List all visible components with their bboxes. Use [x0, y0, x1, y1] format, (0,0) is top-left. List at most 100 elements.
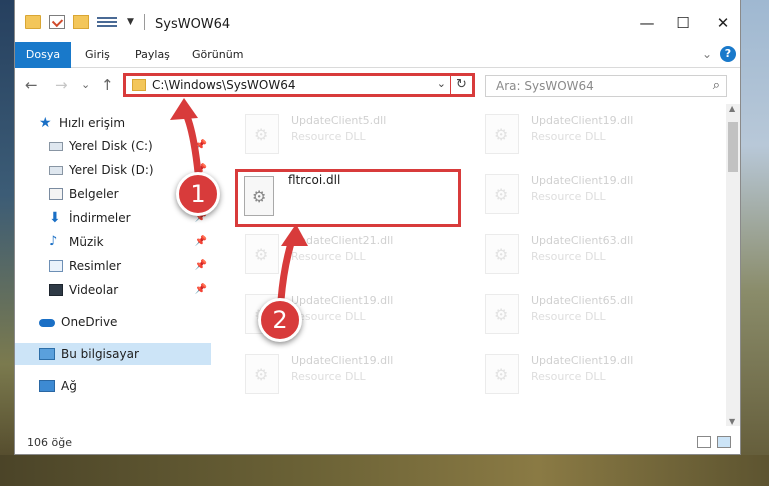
file-name: UpdateClient19.dll [531, 354, 634, 367]
address-bar[interactable]: C:\Windows\SysWOW64 ⌄ ↻ [123, 73, 475, 97]
file-item[interactable]: UpdateClient19.dll Resource DLL [473, 170, 703, 220]
dll-file-icon [485, 354, 519, 394]
close-button[interactable]: ✕ [703, 10, 743, 36]
file-item[interactable]: UpdateClient63.dll Resource DLL [473, 230, 703, 280]
address-path[interactable]: C:\Windows\SysWOW64 [152, 78, 296, 92]
highlighted-file-item[interactable]: fltrcoi.dll [235, 169, 461, 227]
status-bar: 106 öğe [15, 428, 740, 454]
download-icon: ⬇ [49, 210, 61, 226]
file-item[interactable]: UpdateClient65.dll Resource DLL [473, 290, 703, 340]
new-folder-icon[interactable] [73, 15, 89, 29]
sidebar-item-label: OneDrive [61, 315, 118, 329]
forward-button[interactable]: → [55, 76, 68, 94]
scroll-thumb[interactable] [728, 122, 738, 172]
sidebar-item-downloads[interactable]: ⬇ İndirmeler 📌 [15, 207, 211, 229]
desktop-background-bottom [0, 455, 769, 486]
maximize-button[interactable]: ☐ [663, 10, 703, 36]
sidebar-item-this-pc[interactable]: Bu bilgisayar [15, 343, 211, 365]
quick-access-dropdown-icon[interactable]: ▼ [127, 17, 134, 27]
sidebar-item-quick-access[interactable]: ★ Hızlı erişim [15, 112, 211, 134]
sidebar-item-music[interactable]: ♪ Müzik 📌 [15, 231, 211, 253]
help-icon[interactable]: ? [720, 46, 736, 62]
pin-icon[interactable]: 📌 [195, 135, 207, 157]
tab-share[interactable]: Paylaş [135, 42, 170, 68]
file-type: Resource DLL [531, 130, 606, 143]
dll-file-icon [485, 114, 519, 154]
computer-icon [39, 348, 55, 360]
file-type: Resource DLL [291, 130, 366, 143]
tab-file[interactable]: Dosya [15, 42, 71, 68]
navigation-bar: ← → ⌄ ↑ C:\Windows\SysWOW64 ⌄ ↻ Ara: Sys… [15, 70, 740, 102]
explorer-window: ▼ SysWOW64 — ☐ ✕ Dosya Giriş Paylaş Görü… [14, 0, 741, 455]
ribbon-tabs: Dosya Giriş Paylaş Görünüm ⌄ ? [15, 42, 740, 68]
sidebar-item-label: Belgeler [69, 187, 119, 201]
title-bar: ▼ SysWOW64 — ☐ ✕ [15, 0, 740, 40]
up-button[interactable]: ↑ [101, 76, 114, 94]
refresh-button[interactable]: ↻ [450, 73, 472, 97]
sidebar-item-local-disk-c[interactable]: Yerel Disk (C:) 📌 [15, 135, 211, 157]
videos-icon [49, 284, 63, 296]
ribbon-collapse-icon[interactable]: ⌄ [702, 47, 712, 61]
vertical-scrollbar[interactable]: ▲ ▼ [726, 104, 740, 426]
folder-icon [25, 15, 41, 29]
documents-icon [49, 188, 63, 200]
star-icon: ★ [39, 115, 52, 131]
tab-home[interactable]: Giriş [85, 42, 110, 68]
file-item[interactable]: UpdateClient19.dll Resource DLL [233, 350, 463, 400]
file-name: UpdateClient5.dll [291, 114, 387, 127]
tab-view[interactable]: Görünüm [192, 42, 243, 68]
recent-locations-button[interactable]: ⌄ [81, 78, 90, 91]
sidebar-item-onedrive[interactable]: OneDrive [15, 311, 211, 333]
file-type: Resource DLL [291, 250, 366, 263]
customize-view-icon[interactable] [97, 17, 117, 27]
sidebar-item-label: Hızlı erişim [59, 116, 126, 130]
file-type: Resource DLL [291, 370, 366, 383]
title-separator [143, 14, 145, 30]
address-dropdown-icon[interactable]: ⌄ [437, 77, 446, 90]
search-icon[interactable]: ⌕ [713, 78, 720, 93]
search-placeholder: Ara: SysWOW64 [496, 79, 594, 93]
scroll-up-icon[interactable]: ▲ [729, 104, 735, 113]
file-type: Resource DLL [531, 250, 606, 263]
desktop-background-right [741, 0, 769, 486]
dll-file-icon [245, 354, 279, 394]
dll-file-icon [485, 234, 519, 274]
file-type: Resource DLL [531, 190, 606, 203]
file-item[interactable]: UpdateClient21.dll Resource DLL [233, 230, 463, 280]
sidebar-item-pictures[interactable]: Resimler 📌 [15, 255, 211, 277]
file-type: Resource DLL [291, 310, 366, 323]
large-icons-view-icon[interactable] [717, 436, 731, 448]
file-item[interactable]: UpdateClient19.dll Resource DLL [473, 350, 703, 400]
sidebar-item-network[interactable]: Ağ [15, 375, 211, 397]
minimize-button[interactable]: — [627, 10, 667, 36]
drive-icon [49, 142, 63, 151]
search-input[interactable]: Ara: SysWOW64 ⌕ [485, 75, 727, 97]
sidebar-item-label: Resimler [69, 259, 122, 273]
file-name: UpdateClient21.dll [291, 234, 394, 247]
drive-icon [49, 166, 63, 175]
pin-icon[interactable]: 📌 [195, 279, 207, 301]
step-badge-1: 1 [176, 172, 220, 216]
file-name: UpdateClient19.dll [291, 354, 394, 367]
back-button[interactable]: ← [25, 76, 38, 94]
sidebar-item-label: Yerel Disk (C:) [69, 139, 153, 153]
desktop-background-left [0, 0, 14, 486]
sidebar-item-videos[interactable]: Videolar 📌 [15, 279, 211, 301]
file-item[interactable]: UpdateClient5.dll Resource DLL [233, 110, 463, 160]
scroll-down-icon[interactable]: ▼ [729, 417, 735, 426]
file-name: UpdateClient19.dll [291, 294, 394, 307]
step-badge-2: 2 [258, 298, 302, 342]
file-name: UpdateClient65.dll [531, 294, 634, 307]
navigation-pane: ★ Hızlı erişim Yerel Disk (C:) 📌 Yerel D… [15, 108, 211, 423]
cloud-icon [39, 319, 55, 327]
details-view-icon[interactable] [697, 436, 711, 448]
sidebar-item-label: İndirmeler [69, 211, 131, 225]
file-type: Resource DLL [531, 370, 606, 383]
network-icon [39, 380, 55, 392]
pin-icon[interactable]: 📌 [195, 231, 207, 253]
pin-icon[interactable]: 📌 [195, 255, 207, 277]
properties-icon[interactable] [49, 15, 65, 29]
file-type: Resource DLL [531, 310, 606, 323]
file-item[interactable]: UpdateClient19.dll Resource DLL [473, 110, 703, 160]
file-name: UpdateClient63.dll [531, 234, 634, 247]
